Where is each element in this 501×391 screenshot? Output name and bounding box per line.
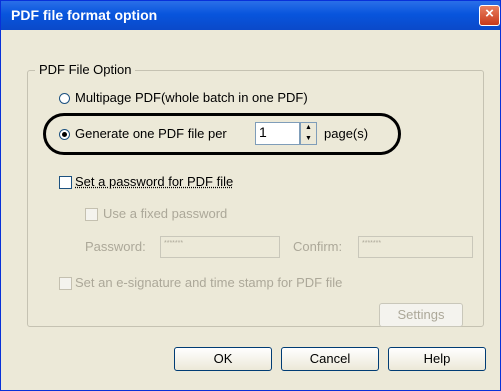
per-file-label[interactable]: Generate one PDF file per bbox=[75, 126, 227, 141]
set-password-checkbox[interactable] bbox=[59, 176, 72, 189]
cancel-button[interactable]: Cancel bbox=[281, 347, 379, 371]
settings-button[interactable]: Settings bbox=[379, 303, 463, 327]
fixed-password-label: Use a fixed password bbox=[103, 206, 228, 221]
fixed-password-checkbox[interactable] bbox=[85, 208, 98, 221]
close-icon: × bbox=[485, 5, 494, 22]
multipage-label[interactable]: Multipage PDF(whole batch in one PDF) bbox=[75, 90, 308, 105]
window-title: PDF file format option bbox=[11, 7, 158, 23]
password-field[interactable]: ******* bbox=[160, 236, 280, 258]
pages-spinner[interactable]: ▲ ▼ bbox=[300, 122, 317, 145]
set-password-label[interactable]: Set a password for PDF file bbox=[75, 174, 233, 189]
group-label: PDF File Option bbox=[35, 62, 136, 77]
pages-unit-label: page(s) bbox=[324, 126, 369, 141]
signature-label: Set an e-signature and time stamp for PD… bbox=[75, 275, 343, 290]
confirm-label: Confirm: bbox=[293, 239, 343, 254]
password-label: Password: bbox=[85, 239, 146, 254]
per-file-radio[interactable] bbox=[59, 129, 70, 140]
signature-checkbox[interactable] bbox=[59, 277, 72, 290]
title-bar[interactable]: PDF file format option × bbox=[1, 1, 500, 30]
confirm-field[interactable]: ******* bbox=[358, 236, 473, 258]
close-button[interactable]: × bbox=[479, 5, 500, 26]
pages-per-file-input[interactable]: 1 bbox=[255, 122, 300, 145]
pdf-format-dialog: PDF file format option × PDF File Option… bbox=[0, 0, 501, 391]
multipage-radio[interactable] bbox=[59, 93, 70, 104]
spin-down-icon[interactable]: ▼ bbox=[301, 134, 316, 144]
help-button[interactable]: Help bbox=[388, 347, 486, 371]
ok-button[interactable]: OK bbox=[174, 347, 272, 371]
spin-up-icon[interactable]: ▲ bbox=[301, 123, 316, 133]
